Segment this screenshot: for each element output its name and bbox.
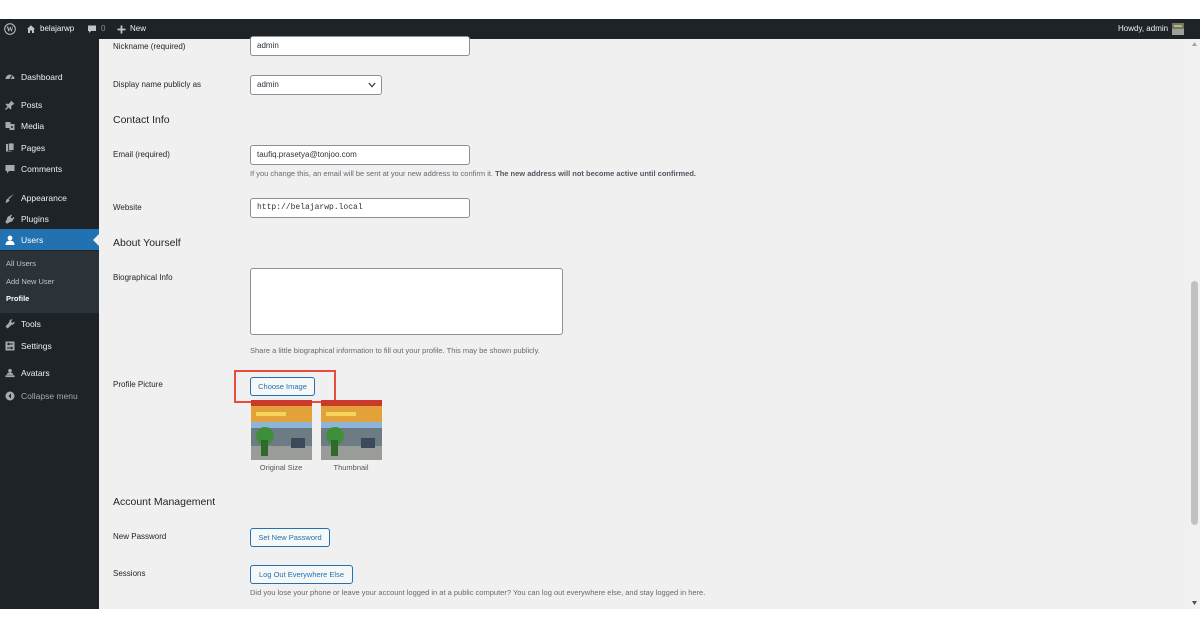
original-size-caption: Original Size [259,463,303,472]
site-name-link[interactable]: belajarwp [26,19,74,39]
bio-label: Biographical Info [113,273,173,282]
menu-label: Users [21,234,44,245]
admin-sidebar-menu: Dashboard Posts Media Pages Comments App… [0,39,99,609]
brush-icon [5,193,15,203]
scroll-up-arrow-icon[interactable] [1192,42,1197,46]
menu-label: Pages [21,142,46,153]
menu-item-posts[interactable]: Posts [0,94,99,115]
email-note-bold: The new address will not become active u… [495,169,697,178]
profile-picture-label: Profile Picture [113,380,163,389]
email-input[interactable]: taufiq.prasetya@tonjoo.com [250,145,470,165]
thumbnail-caption: Thumbnail [333,463,369,472]
avatar [1172,23,1185,35]
menu-label: Tools [21,318,41,329]
submenu-item-add-new-user[interactable]: Add New User [6,277,54,286]
howdy-text: Howdy, admin [1118,24,1169,33]
log-out-everywhere-button[interactable]: Log Out Everywhere Else [250,565,353,584]
display-name-label: Display name publicly as [113,80,202,89]
website-input[interactable]: http://belajarwp.local [250,198,470,218]
thumbnail-image [321,400,382,460]
dashboard-icon [5,72,15,82]
new-content-link[interactable]: New [117,19,146,39]
account-management-heading: Account Management [113,496,216,508]
email-note: If you change this, an email will be sen… [250,169,494,178]
about-yourself-heading: About Yourself [113,237,181,249]
menu-label: Comments [21,163,63,174]
set-new-password-button[interactable]: Set New Password [250,528,330,547]
pushpin-icon [5,100,15,110]
menu-item-avatars[interactable]: Avatars [0,362,99,383]
menu-label: Collapse menu [21,390,78,401]
page-scrollbar[interactable] [1189,39,1200,609]
user-icon [5,235,15,245]
media-icon [5,121,15,131]
menu-item-users[interactable]: Users [0,229,99,250]
submenu-item-profile[interactable]: Profile [6,294,29,303]
menu-item-plugins[interactable]: Plugins [0,208,99,229]
admin-bar: W belajarwp 0 New Howdy, admin [0,19,1200,39]
wp-admin-screen: W belajarwp 0 New Howdy, admin Dashboard… [0,19,1200,609]
menu-item-dashboard[interactable]: Dashboard [0,66,99,87]
comment-icon [5,164,15,174]
menu-item-pages[interactable]: Pages [0,137,99,158]
menu-item-comments[interactable]: Comments [0,158,99,179]
menu-label: Plugins [21,213,49,224]
submenu-item-all-users[interactable]: All Users [6,259,36,268]
new-password-label: New Password [113,532,167,541]
new-label: New [130,24,147,33]
comments-count: 0 [101,24,106,33]
comment-bubble-icon [88,25,96,33]
bio-description: Share a little biographical information … [250,346,540,355]
sessions-label: Sessions [113,569,146,578]
sessions-description: Did you lose your phone or leave your ac… [250,588,706,597]
email-description: If you change this, an email will be sen… [250,169,696,178]
plus-icon [117,25,126,33]
display-name-value: admin [257,80,279,89]
bio-textarea[interactable] [250,268,563,335]
pages-icon [5,142,15,153]
my-account-link[interactable]: Howdy, admin [1118,19,1185,39]
chevron-down-icon [368,82,376,88]
menu-item-media[interactable]: Media [0,115,99,136]
menu-label: Posts [21,99,43,110]
menu-item-appearance[interactable]: Appearance [0,187,99,208]
nickname-label: Nickname (required) [113,42,186,51]
contact-info-heading: Contact Info [113,114,170,126]
menu-label: Appearance [21,192,67,203]
comments-link[interactable]: 0 [87,19,105,39]
users-submenu: All Users Add New User Profile [0,251,99,313]
original-size-image [251,400,312,460]
collapse-menu-button[interactable]: Collapse menu [0,385,99,406]
menu-item-tools[interactable]: Tools [0,313,99,334]
avatars-icon [5,368,15,378]
wrench-icon [5,318,15,329]
menu-label: Settings [21,340,52,351]
choose-image-button[interactable]: Choose Image [250,377,315,396]
site-name: belajarwp [40,24,75,33]
menu-label: Media [21,120,45,131]
display-name-select[interactable]: admin [250,75,382,95]
plug-icon [5,214,15,224]
menu-label: Dashboard [21,71,63,82]
nickname-input[interactable]: admin [250,36,470,56]
menu-label: Avatars [21,367,50,378]
scrollbar-thumb[interactable] [1191,281,1198,525]
settings-icon [5,341,15,351]
email-label: Email (required) [113,150,170,159]
home-icon [27,25,35,33]
website-label: Website [113,203,142,212]
svg-text:W: W [7,26,14,34]
collapse-icon [5,391,15,401]
menu-item-settings[interactable]: Settings [0,335,99,356]
wordpress-logo-icon[interactable]: W [4,19,16,39]
scroll-down-arrow-icon[interactable] [1192,601,1197,605]
